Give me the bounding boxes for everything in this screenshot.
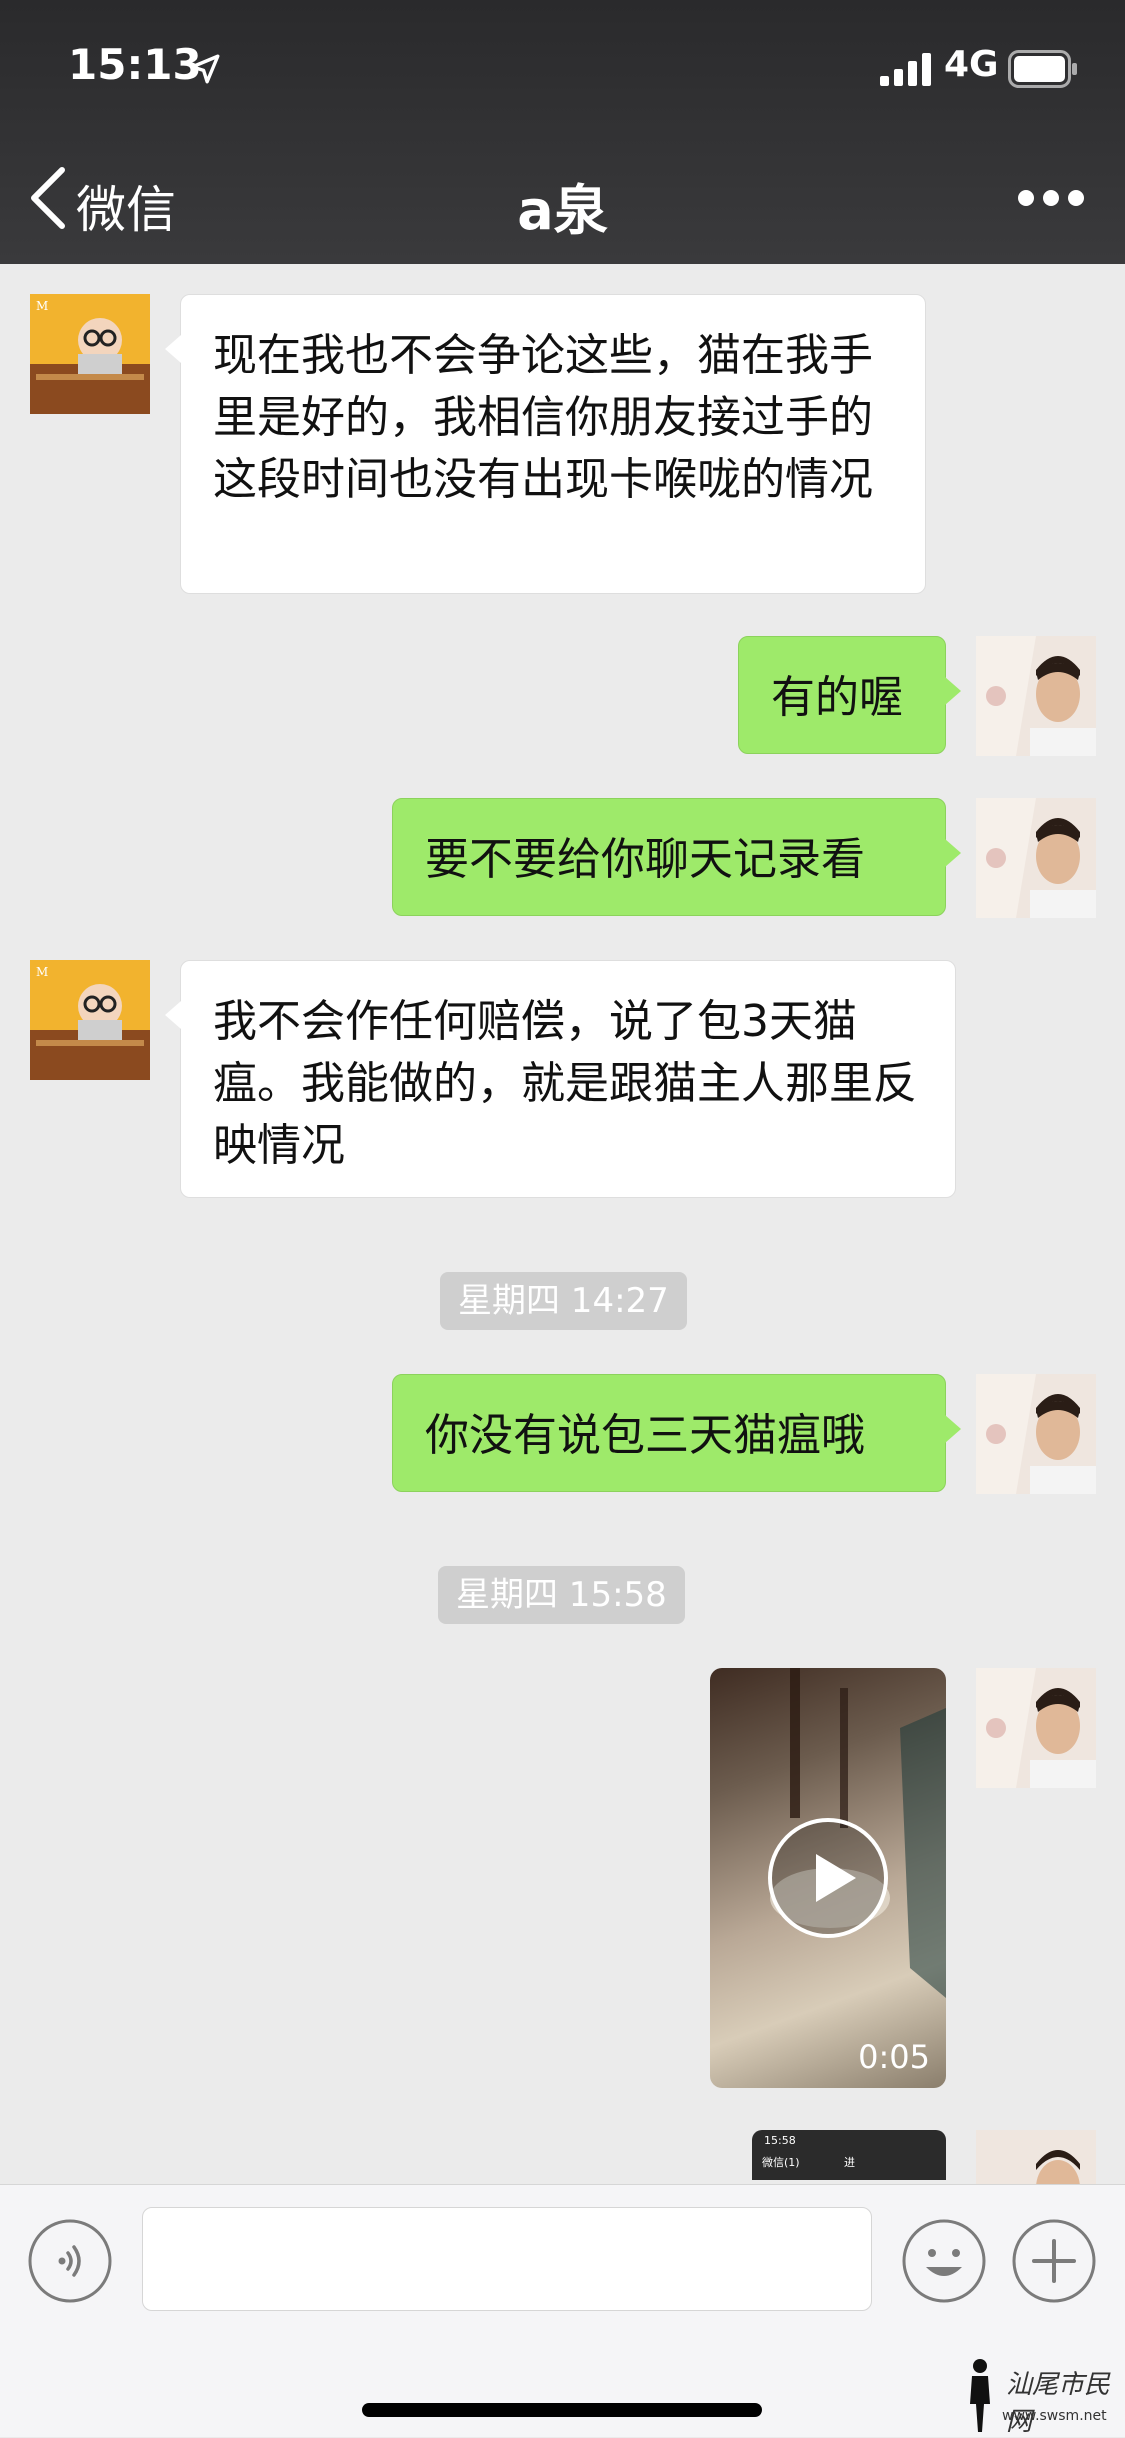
svg-text:M: M xyxy=(36,965,48,979)
my-avatar[interactable] xyxy=(976,636,1096,756)
message-input[interactable] xyxy=(142,2207,872,2311)
message-bubble-sent[interactable]: 你没有说包三天猫瘟哦 xyxy=(392,1374,961,1492)
nav-header: 15:13 4G 微信 a泉 xyxy=(0,0,1125,264)
my-avatar[interactable] xyxy=(976,1374,1096,1494)
plus-icon[interactable] xyxy=(1012,2219,1096,2303)
status-time: 15:13 xyxy=(68,40,202,89)
play-icon[interactable] xyxy=(766,1816,890,1940)
svg-text:M: M xyxy=(36,299,48,313)
emoji-icon[interactable] xyxy=(902,2219,986,2303)
my-avatar[interactable] xyxy=(976,2130,1096,2184)
message-bubble-received[interactable]: 我不会作任何赔偿，说了包3天猫瘟。我能做的，就是跟猫主人那里反映情况 xyxy=(165,960,956,1198)
image-back-label: 微信(1) xyxy=(762,2156,800,2169)
signal-icon xyxy=(880,53,931,86)
message-bubble-sent[interactable]: 有的喔 xyxy=(738,636,961,754)
chat-title: a泉 xyxy=(517,179,608,242)
image-message[interactable]: 15:58 微信(1) 进 xyxy=(752,2130,946,2180)
message-bubble-received[interactable]: 现在我也不会争论这些，猫在我手里是好的，我相信你朋友接过手的这段时间也没有出现卡… xyxy=(165,294,926,594)
video-message[interactable]: 0:05 xyxy=(710,1668,946,2088)
watermark-text: 汕尾市民网 xyxy=(1006,2370,1111,2437)
voice-icon[interactable] xyxy=(28,2219,112,2303)
network-label: 4G xyxy=(944,44,999,85)
home-indicator[interactable] xyxy=(362,2403,762,2417)
timestamp: 星期四 14:27 xyxy=(440,1272,687,1330)
message-bubble-sent[interactable]: 要不要给你聊天记录看 xyxy=(392,798,961,916)
timestamp: 星期四 15:58 xyxy=(438,1566,685,1624)
contact-avatar[interactable]: M xyxy=(30,294,150,414)
image-chat-name: 进 xyxy=(844,2156,855,2169)
battery-icon xyxy=(1008,50,1077,88)
image-status-time: 15:58 xyxy=(764,2134,796,2147)
video-duration: 0:05 xyxy=(858,2038,930,2076)
my-avatar[interactable] xyxy=(976,798,1096,918)
more-icon[interactable] xyxy=(1016,186,1086,210)
watermark: 汕尾市民网 www.swsm.net xyxy=(960,2354,1120,2437)
contact-avatar[interactable]: M xyxy=(30,960,150,1080)
watermark-url: www.swsm.net xyxy=(1002,2408,1107,2424)
input-bar xyxy=(0,2184,1125,2437)
my-avatar[interactable] xyxy=(976,1668,1096,1788)
location-arrow-icon xyxy=(190,54,220,84)
